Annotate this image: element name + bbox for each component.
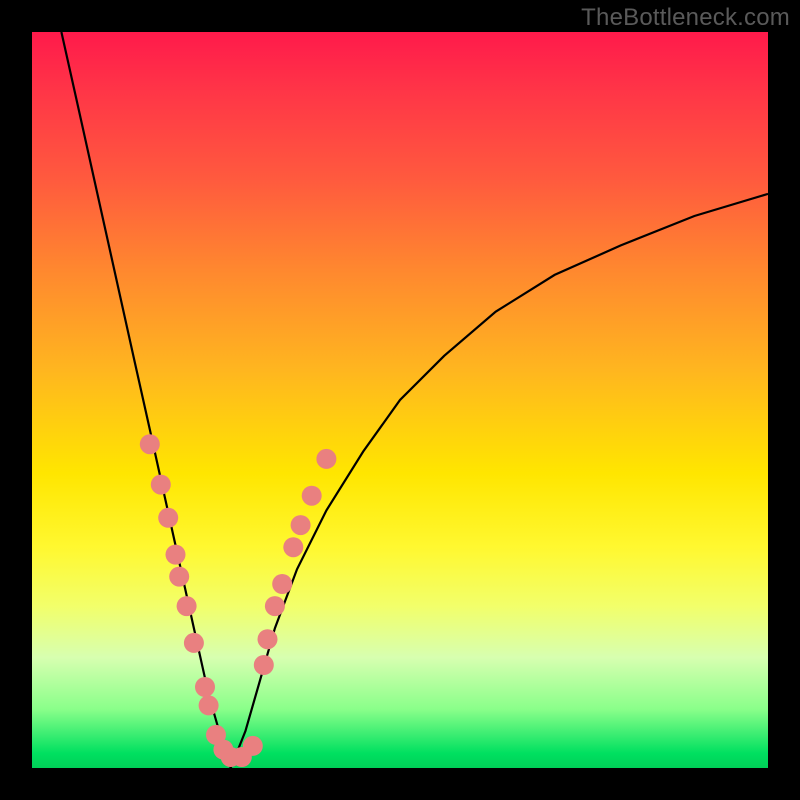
watermark-text: TheBottleneck.com (581, 4, 790, 32)
marker-dot (258, 629, 278, 649)
series-right-branch (231, 194, 768, 768)
marker-dot (254, 655, 274, 675)
marker-dot (166, 545, 186, 565)
marker-dot (151, 475, 171, 495)
outer-frame: TheBottleneck.com (0, 0, 800, 800)
series-left-branch (61, 32, 230, 768)
marker-dot (316, 449, 336, 469)
chart-plot-area (32, 32, 768, 768)
marker-dot (243, 736, 263, 756)
chart-svg (32, 32, 768, 768)
curve-markers (140, 434, 337, 767)
marker-dot (199, 695, 219, 715)
marker-dot (302, 486, 322, 506)
marker-dot (184, 633, 204, 653)
marker-dot (195, 677, 215, 697)
marker-dot (265, 596, 285, 616)
marker-dot (140, 434, 160, 454)
marker-dot (283, 537, 303, 557)
curve-lines (61, 32, 768, 768)
marker-dot (158, 508, 178, 528)
marker-dot (177, 596, 197, 616)
marker-dot (272, 574, 292, 594)
marker-dot (169, 567, 189, 587)
marker-dot (291, 515, 311, 535)
